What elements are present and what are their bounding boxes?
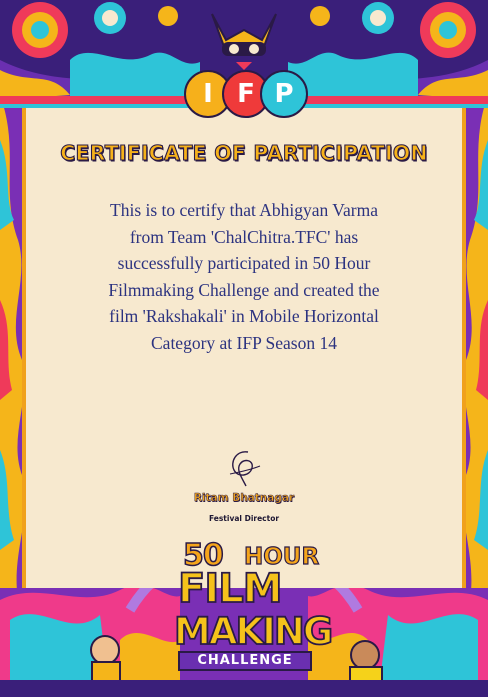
event-logo-challenge: CHALLENGE [178, 651, 312, 671]
signatory-role: Festival Director [208, 514, 280, 523]
certificate-page: I F P CERTIFICATE OF PARTICIPATION This … [0, 0, 488, 697]
signatory-name: Ritam Bhatnagar [193, 492, 295, 505]
signature-image [229, 451, 261, 487]
certificate-title: CERTIFICATE OF PARTICIPATION [60, 140, 428, 165]
event-logo-making: MAKING [173, 609, 334, 654]
body-line: film 'Rakshakali' in Mobile Horizontal [109, 306, 379, 326]
body-line: Filmmaking Challenge and created the [108, 279, 380, 300]
body-line: successfully participated in 50 Hour [117, 253, 371, 273]
certificate-body: This is to certify that Abhigyan Varma f… [70, 197, 418, 356]
body-line: from Team 'ChalChitra.TFC' has [129, 226, 359, 247]
body-line: This is to certify that Abhigyan Varma [110, 200, 378, 220]
body-line: Category at IFP Season 14 [151, 332, 337, 353]
ifp-logo-letter-p: P [260, 70, 308, 118]
event-logo-film: FILM [177, 565, 283, 613]
